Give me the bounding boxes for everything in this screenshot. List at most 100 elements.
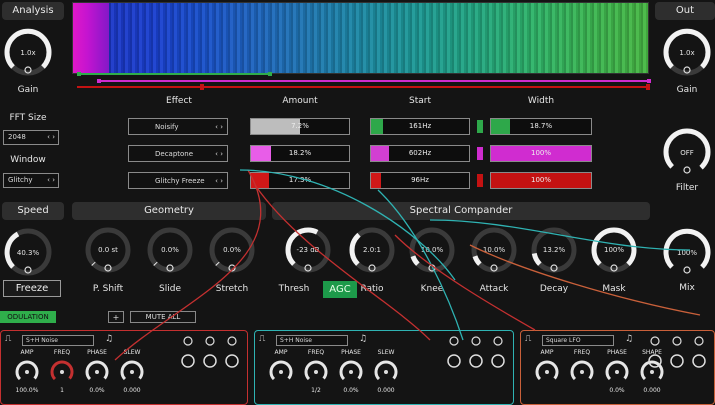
filter-label: Filter <box>675 183 699 193</box>
analysis-gain-value: 1.0x <box>20 49 36 57</box>
geometry-knob-label: Slide <box>159 284 181 294</box>
note-icon[interactable]: ♫ <box>625 334 633 344</box>
note-icon[interactable]: ♫ <box>105 334 113 344</box>
amount-header: Amount <box>282 96 318 106</box>
width-color-swatch <box>477 147 483 160</box>
modulator-output-jack[interactable] <box>647 334 663 374</box>
compander-knob-value: 10.0% <box>482 246 506 254</box>
geometry-knob-value: 0.0% <box>223 246 241 254</box>
start-bar[interactable]: 602Hz <box>370 145 470 162</box>
range-handle[interactable] <box>268 72 272 76</box>
spectrogram-low-band <box>73 3 109 73</box>
modulator-knob-label: FREQ <box>53 349 71 356</box>
modulator-knob-label: PHASE <box>341 349 361 356</box>
window-select[interactable]: Glitchy ‹ › <box>3 173 59 188</box>
modulator-type: S+H Noise <box>280 337 312 344</box>
range-handle[interactable] <box>77 72 81 76</box>
fft-size-label: FFT Size <box>9 113 47 123</box>
note-icon[interactable]: ♫ <box>359 334 367 344</box>
width-value: 100% <box>530 149 551 157</box>
modulator-output-jack[interactable] <box>490 334 506 374</box>
compander-knob-label: Knee <box>420 284 444 294</box>
amount-bar[interactable]: 17.3% <box>250 172 350 189</box>
select-arrows-icon: ‹ › <box>215 177 223 185</box>
modulator-knob[interactable] <box>569 359 595 385</box>
modulator-knob[interactable] <box>303 359 329 385</box>
compander-knob-label: Mask <box>602 284 626 294</box>
modulator-knob-value: 0.000 <box>643 387 661 394</box>
modulator-knob[interactable] <box>534 359 560 385</box>
modulator-knob-value: 0.0% <box>343 387 359 394</box>
amount-bar[interactable]: 18.2% <box>250 145 350 162</box>
modulator-knob-label: SLEW <box>377 349 395 356</box>
mute-all-button[interactable]: MUTE ALL <box>130 311 196 323</box>
start-value: 161Hz <box>408 122 432 130</box>
out-gain-label: Gain <box>676 85 698 95</box>
start-value: 96Hz <box>411 176 429 184</box>
modulator-type: Square LFO <box>546 337 581 344</box>
width-color-swatch <box>477 120 483 133</box>
freeze-button[interactable]: Freeze <box>3 280 61 297</box>
waveform-icon: ⎍ <box>525 334 532 344</box>
modulator-knob[interactable] <box>338 359 364 385</box>
start-bar[interactable]: 161Hz <box>370 118 470 135</box>
modulator-knob[interactable] <box>119 359 145 385</box>
effect-select[interactable]: Decaptone ‹ › <box>128 145 228 162</box>
window-label: Window <box>10 155 46 165</box>
amount-value: 17.3% <box>288 176 312 184</box>
green-range-marker <box>79 73 270 75</box>
modulator-knob[interactable] <box>14 359 40 385</box>
filter-value: OFF <box>680 149 694 157</box>
range-handle[interactable] <box>200 84 204 90</box>
add-modulator-button[interactable]: + <box>108 311 124 323</box>
width-bar[interactable]: 100% <box>490 172 592 189</box>
range-handle[interactable] <box>646 84 650 90</box>
modulator-type-select[interactable]: Square LFO <box>542 335 614 346</box>
modulator-knob-value: 0.0% <box>609 387 625 394</box>
modulator-output-jack[interactable] <box>691 334 707 374</box>
effect-select[interactable]: Noisify ‹ › <box>128 118 228 135</box>
modulator-knob-label: AMP <box>540 349 554 356</box>
modulator-knob[interactable] <box>84 359 110 385</box>
compander-knob-label: Decay <box>539 284 569 294</box>
modulator-output-jack[interactable] <box>669 334 685 374</box>
amount-bar[interactable]: 7.2% <box>250 118 350 135</box>
modulator-output-jack[interactable] <box>446 334 462 374</box>
compander-knob-value: -23 dB <box>296 246 320 254</box>
modulator-knob[interactable] <box>268 359 294 385</box>
modulator-knob-value: 0.000 <box>377 387 395 394</box>
effect-select[interactable]: Glitchy Freeze ‹ › <box>128 172 228 189</box>
window-value: Glitchy <box>8 176 33 184</box>
modulator-output-jack[interactable] <box>180 334 196 374</box>
agc-toggle[interactable]: AGC <box>323 281 357 298</box>
modulator-output-jack[interactable] <box>202 334 218 374</box>
width-bar[interactable]: 100% <box>490 145 592 162</box>
modulator-knob[interactable] <box>604 359 630 385</box>
waveform-icon: ⎍ <box>259 334 266 344</box>
range-handle[interactable] <box>97 79 101 83</box>
range-handle[interactable] <box>647 79 651 83</box>
modulator-type-select[interactable]: S+H Noise <box>22 335 94 346</box>
modulator-type-select[interactable]: S+H Noise <box>276 335 348 346</box>
fft-size-select[interactable]: 2048 ‹ › <box>3 130 59 145</box>
compander-knob-label: Thresh <box>278 284 310 294</box>
magenta-range-marker <box>99 80 650 82</box>
width-value: 18.7% <box>529 122 553 130</box>
modulator-knob-value: 1 <box>60 387 64 394</box>
modulator-knob-value: 100.0% <box>15 387 39 394</box>
out-gain-value: 1.0x <box>679 49 695 57</box>
compander-knob-value: 13.2% <box>542 246 566 254</box>
modulator-knob[interactable] <box>373 359 399 385</box>
modulator-knob[interactable] <box>49 359 75 385</box>
modulator-output-jack[interactable] <box>224 334 240 374</box>
select-arrows-icon: ‹ › <box>47 176 55 184</box>
geometry-knob-value: 0.0 st <box>98 246 118 254</box>
start-bar[interactable]: 96Hz <box>370 172 470 189</box>
spectrogram-display[interactable] <box>72 2 649 74</box>
select-arrows-icon: ‹ › <box>215 123 223 131</box>
width-bar[interactable]: 18.7% <box>490 118 592 135</box>
modulator-output-jack[interactable] <box>468 334 484 374</box>
analysis-gain-label: Gain <box>17 85 39 95</box>
modulation-tab[interactable]: ODULATION <box>0 311 56 323</box>
start-header: Start <box>409 96 431 106</box>
